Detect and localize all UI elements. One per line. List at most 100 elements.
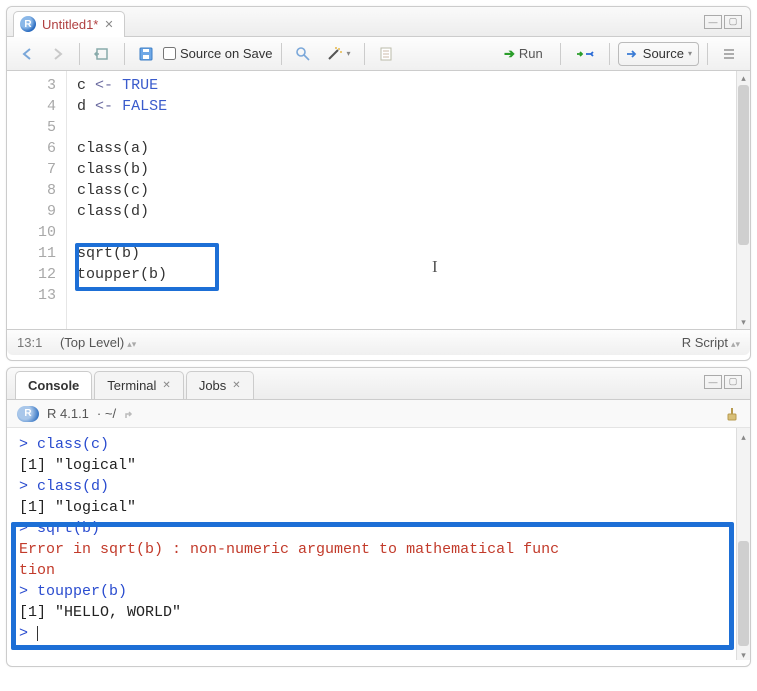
language-selector[interactable]: R Script▴▾ (682, 335, 740, 350)
tab-label: Console (28, 378, 79, 393)
close-icon[interactable]: ✕ (104, 18, 113, 31)
code-token: TRUE (122, 77, 158, 94)
pane-window-controls: — ▢ (704, 15, 750, 29)
console-infobar: R R 4.1.1 · ~/ (7, 400, 750, 428)
scope-selector[interactable]: (Top Level)▴▾ (60, 335, 136, 350)
line-number: 4 (7, 96, 56, 117)
close-icon[interactable]: ✕ (162, 380, 170, 391)
source-dropdown[interactable]: Source ▾ (618, 42, 699, 66)
tab-label: Terminal (107, 378, 156, 393)
console-line: > class(d) (19, 476, 738, 497)
close-icon[interactable]: ✕ (232, 380, 240, 391)
editor-tab-title: Untitled1* (42, 17, 98, 32)
line-number: 13 (7, 285, 56, 306)
scope-label: (Top Level) (60, 335, 124, 350)
run-arrow-icon: ➔ (504, 46, 515, 62)
code-body[interactable]: c <- TRUE d <- FALSE class(a) class(b) c… (67, 71, 750, 329)
updown-icon: ▴▾ (127, 339, 136, 349)
source-arrow-icon (625, 48, 639, 60)
code-area[interactable]: 3 4 5 6 7 8 9 10 11 12 13 c <- TRUE d <-… (7, 71, 750, 329)
console-pane: Console Terminal ✕ Jobs ✕ — ▢ R R 4.1.1 · … (6, 367, 751, 667)
tab-jobs[interactable]: Jobs ✕ (186, 371, 254, 399)
console-line: > toupper(b) (19, 581, 738, 602)
minimize-icon[interactable]: — (704, 375, 722, 389)
pane-window-controls: — ▢ (704, 375, 750, 393)
editor-tabbar: R Untitled1* ✕ — ▢ (7, 7, 750, 37)
share-icon[interactable] (124, 408, 138, 420)
run-button[interactable]: ➔ Run (495, 42, 552, 66)
code-token: <- (95, 77, 113, 94)
r-logo-icon: R (17, 406, 39, 422)
code-token: c (77, 77, 86, 94)
scroll-down-icon[interactable]: ▾ (737, 646, 750, 660)
line-number: 9 (7, 201, 56, 222)
console-tabbar: Console Terminal ✕ Jobs ✕ — ▢ (7, 368, 750, 400)
console-line: [1] "HELLO, WORLD" (19, 602, 738, 623)
console-prompt: > (19, 625, 37, 642)
scroll-up-icon[interactable]: ▴ (737, 428, 750, 442)
scroll-up-icon[interactable]: ▴ (737, 71, 750, 85)
maximize-icon[interactable]: ▢ (724, 375, 742, 389)
outline-button[interactable] (716, 42, 742, 66)
editor-tab-untitled[interactable]: R Untitled1* ✕ (13, 11, 125, 37)
notebook-button[interactable] (373, 42, 399, 66)
console-line: > class(c) (19, 434, 738, 455)
r-logo-icon: R (20, 16, 36, 32)
editor-pane: R Untitled1* ✕ — ▢ Source on Save (6, 6, 751, 361)
code-line: toupper(b) (77, 264, 750, 285)
text-cursor-icon: I (432, 257, 438, 277)
console-line: Error in sqrt(b) : non-numeric argument … (19, 539, 738, 560)
line-number: 10 (7, 222, 56, 243)
line-number: 8 (7, 180, 56, 201)
tab-console[interactable]: Console (15, 371, 92, 399)
language-label: R Script (682, 335, 728, 350)
wand-button[interactable]: ▾ (320, 42, 356, 66)
editor-statusbar: 13:1 (Top Level)▴▾ R Script▴▾ (7, 329, 750, 355)
line-number: 3 (7, 75, 56, 96)
tab-label: Jobs (199, 378, 226, 393)
cursor-position: 13:1 (17, 335, 42, 350)
line-number: 7 (7, 159, 56, 180)
source-on-save-input[interactable] (163, 47, 176, 60)
updown-icon: ▴▾ (731, 339, 740, 349)
code-token: FALSE (122, 98, 167, 115)
tab-terminal[interactable]: Terminal ✕ (94, 371, 184, 399)
editor-scrollbar[interactable]: ▴ ▾ (736, 71, 750, 329)
find-button[interactable] (290, 42, 316, 66)
input-cursor (37, 626, 38, 641)
scroll-thumb[interactable] (738, 85, 749, 245)
line-number: 5 (7, 117, 56, 138)
source-on-save-checkbox[interactable]: Source on Save (163, 46, 273, 61)
run-label: Run (519, 46, 543, 61)
line-number: 6 (7, 138, 56, 159)
code-line: class(c) (77, 180, 750, 201)
minimize-icon[interactable]: — (704, 15, 722, 29)
line-gutter: 3 4 5 6 7 8 9 10 11 12 13 (7, 71, 67, 329)
code-line: class(d) (77, 201, 750, 222)
forward-button[interactable] (45, 42, 71, 66)
editor-toolbar: Source on Save ▾ ➔ Run Source ▾ (7, 37, 750, 71)
code-token: <- (95, 98, 113, 115)
console-line: [1] "logical" (19, 455, 738, 476)
clear-console-icon[interactable] (722, 406, 740, 422)
scroll-down-icon[interactable]: ▾ (737, 315, 750, 329)
popout-button[interactable] (88, 42, 116, 66)
console-line: [1] "logical" (19, 497, 738, 518)
back-button[interactable] (15, 42, 41, 66)
maximize-icon[interactable]: ▢ (724, 15, 742, 29)
code-line: class(b) (77, 159, 750, 180)
console-line: > sqrt(b) (19, 518, 738, 539)
working-dir: · ~/ (97, 406, 116, 421)
source-on-save-label: Source on Save (180, 46, 273, 61)
scroll-thumb[interactable] (738, 541, 749, 646)
console-scrollbar[interactable]: ▴ ▾ (736, 428, 750, 660)
console-line: tion (19, 560, 738, 581)
save-button[interactable] (133, 42, 159, 66)
code-line: class(a) (77, 138, 750, 159)
line-number: 12 (7, 264, 56, 285)
console-body[interactable]: > class(c) [1] "logical" > class(d) [1] … (7, 428, 750, 660)
code-token: d (77, 98, 86, 115)
code-line: sqrt(b) (77, 243, 750, 264)
line-number: 11 (7, 243, 56, 264)
rerun-button[interactable] (569, 42, 601, 66)
